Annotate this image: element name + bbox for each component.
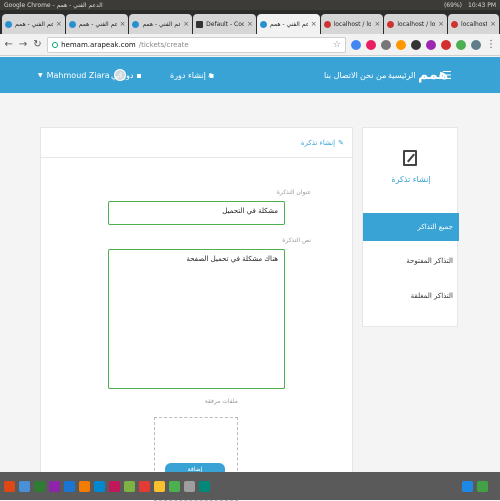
extension-icon[interactable] bbox=[395, 39, 406, 50]
tickets-sidebar: إنشاء تذكرة جميع التذاكر التذاكر المفتوح… bbox=[362, 127, 459, 327]
app-icon[interactable] bbox=[184, 480, 195, 492]
window-title: Google Chrome - الدعم الفني - همم bbox=[4, 1, 103, 9]
extension-icon[interactable] bbox=[470, 39, 481, 50]
os-taskbar bbox=[0, 472, 500, 500]
reload-icon[interactable]: ↻ bbox=[33, 39, 42, 50]
ticket-icon: ✎ bbox=[338, 138, 344, 147]
terminal-icon[interactable] bbox=[34, 480, 45, 492]
browser-toolbar: ← → ↻ hemam.arapeak.com/tickets/create ☆… bbox=[0, 34, 500, 56]
extension-icon[interactable] bbox=[425, 39, 436, 50]
secure-icon bbox=[52, 41, 59, 48]
user-name: Mahmoud Ziara bbox=[46, 70, 110, 80]
vscode-icon[interactable] bbox=[94, 480, 105, 492]
close-tab-icon[interactable]: × bbox=[490, 20, 496, 28]
extension-icon[interactable] bbox=[410, 39, 421, 50]
phpmyadmin-icon bbox=[323, 20, 331, 28]
edit-ticket-icon bbox=[403, 150, 417, 166]
close-tab-icon[interactable]: × bbox=[120, 20, 126, 28]
launcher-icon[interactable] bbox=[4, 480, 15, 492]
tray-icon[interactable] bbox=[462, 480, 473, 492]
browser-tab[interactable]: الدعم الفني - همم× bbox=[65, 14, 129, 34]
app-icon[interactable] bbox=[64, 480, 75, 492]
chrome-icon[interactable] bbox=[169, 480, 180, 492]
address-bar[interactable]: hemam.arapeak.com/tickets/create ☆ bbox=[47, 36, 346, 53]
ticket-title-input[interactable]: مشكلة في التحميل bbox=[108, 201, 285, 225]
hmm-logo-icon bbox=[259, 20, 267, 28]
sidebar-item-open-tickets[interactable]: التذاكر المفتوحة bbox=[363, 247, 459, 275]
card-header: إنشاء تذكرة ✎ bbox=[41, 128, 352, 158]
extension-icon[interactable] bbox=[380, 39, 391, 50]
phpmyadmin-icon bbox=[451, 20, 459, 28]
browser-tab-active[interactable]: الدعم الفني - همم× bbox=[256, 14, 320, 34]
close-tab-icon[interactable]: × bbox=[56, 20, 62, 28]
menu-kebab-icon[interactable]: ⋮ bbox=[486, 39, 496, 50]
app-icon[interactable] bbox=[199, 480, 210, 492]
codepen-icon bbox=[196, 20, 204, 28]
sidebar-title[interactable]: إنشاء تذكرة bbox=[363, 175, 459, 184]
nav-home[interactable]: الرئيسية bbox=[388, 57, 416, 93]
forward-icon[interactable]: → bbox=[18, 39, 27, 50]
site-header: ▼ Mahmoud Ziara دوراتي ▪ إنشاء دورة ▪ ⌕ … bbox=[0, 57, 500, 93]
app-icon[interactable] bbox=[139, 480, 150, 492]
hmm-logo-icon bbox=[68, 20, 76, 28]
search-icon[interactable]: ⌕ bbox=[208, 57, 213, 93]
url-host: hemam.arapeak.com bbox=[61, 40, 136, 49]
close-tab-icon[interactable]: × bbox=[311, 20, 317, 28]
app-icon[interactable] bbox=[154, 480, 165, 492]
close-tab-icon[interactable]: × bbox=[374, 20, 380, 28]
app-icon[interactable] bbox=[79, 480, 90, 492]
url-path: /tickets/create bbox=[138, 40, 189, 49]
hamburger-menu-icon[interactable]: ☰ bbox=[442, 57, 452, 93]
nav-contact[interactable]: الاتصال بنا bbox=[324, 57, 358, 93]
browser-tab[interactable]: الدعم الفني - همم× bbox=[129, 14, 193, 34]
create-ticket-card: إنشاء تذكرة ✎ عنوان التذكرة مشكلة في الت… bbox=[40, 127, 353, 501]
my-courses-link[interactable]: دوراتي ▪ bbox=[111, 57, 142, 93]
close-tab-icon[interactable]: × bbox=[183, 20, 189, 28]
extension-icon[interactable] bbox=[440, 39, 451, 50]
back-icon[interactable]: ← bbox=[4, 39, 13, 50]
close-tab-icon[interactable]: × bbox=[247, 20, 253, 28]
sidebar-item-all-tickets[interactable]: جميع التذاكر bbox=[363, 213, 459, 241]
files-icon[interactable] bbox=[19, 480, 30, 492]
extension-icon[interactable] bbox=[455, 39, 466, 50]
browser-tab[interactable]: الدعم الفني - همم× bbox=[2, 14, 65, 34]
clock[interactable]: 10:43 PM bbox=[468, 2, 496, 9]
hmm-logo-icon bbox=[132, 20, 140, 28]
course-icon: ▪ bbox=[136, 70, 142, 80]
extension-icon[interactable] bbox=[350, 39, 361, 50]
system-tray: (69%) 10:43 PM bbox=[444, 2, 496, 9]
bookmark-star-icon[interactable]: ☆ bbox=[333, 40, 341, 50]
ticket-body-textarea[interactable]: هناك مشكلة في تحميل الصفحة bbox=[108, 249, 285, 389]
phpmyadmin-icon bbox=[387, 20, 395, 28]
tray-icon[interactable] bbox=[477, 480, 488, 492]
browser-tab[interactable]: localhost / local× bbox=[384, 14, 448, 34]
ticket-body-label: نص التذكرة bbox=[282, 237, 311, 244]
nav-about[interactable]: من نحن bbox=[360, 57, 386, 93]
battery-status[interactable]: (69%) bbox=[444, 2, 462, 9]
attachments-label: ملفات مرفقة bbox=[204, 398, 238, 405]
os-top-bar: Google Chrome - الدعم الفني - همم (69%) … bbox=[0, 0, 500, 10]
sidebar-item-closed-tickets[interactable]: التذاكر المغلقة bbox=[363, 282, 459, 310]
browser-tab[interactable]: localhost / local× bbox=[320, 14, 384, 34]
ticket-title-label: عنوان التذكرة bbox=[276, 189, 311, 196]
app-icon[interactable] bbox=[49, 480, 60, 492]
hmm-logo-icon bbox=[5, 20, 12, 28]
browser-tab[interactable]: Default - CodePen× bbox=[193, 14, 256, 34]
chevron-down-icon: ▼ bbox=[38, 71, 43, 79]
extension-icon[interactable] bbox=[365, 39, 376, 50]
card-title: إنشاء تذكرة bbox=[300, 138, 336, 147]
browser-tab[interactable]: localhost / local× bbox=[448, 14, 500, 34]
browser-tab-strip: الدعم الفني - همم× الدعم الفني - همم× ال… bbox=[0, 10, 500, 34]
app-icon[interactable] bbox=[109, 480, 120, 492]
app-icon[interactable] bbox=[124, 480, 135, 492]
close-tab-icon[interactable]: × bbox=[438, 20, 444, 28]
